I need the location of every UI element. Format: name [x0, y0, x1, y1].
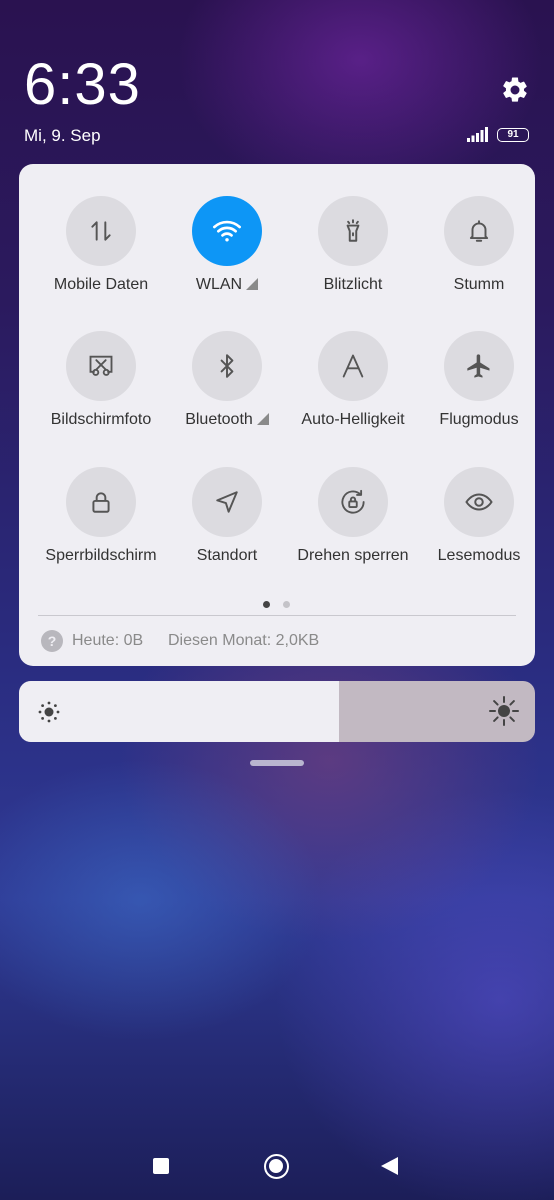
tile-label: Bluetooth: [185, 411, 253, 428]
wifi-icon[interactable]: [192, 196, 262, 266]
auto-brightness-icon[interactable]: [318, 331, 388, 401]
signal-icon: [467, 127, 488, 142]
brightness-high-icon: [489, 696, 519, 726]
airplane-icon[interactable]: [444, 331, 514, 401]
mobile-data-icon[interactable]: [66, 196, 136, 266]
brightness-slider[interactable]: [19, 681, 535, 742]
home-button[interactable]: [264, 1154, 289, 1179]
gear-icon[interactable]: [500, 75, 530, 105]
page-dot-active: [263, 601, 270, 608]
tile-label: Bildschirmfoto: [50, 411, 152, 428]
tile-label: WLAN: [195, 276, 243, 293]
tile-mobile-data[interactable]: Mobile Daten: [38, 196, 164, 316]
tile-label: Drehen sperren: [297, 547, 409, 564]
tile-label: Mobile Daten: [53, 276, 149, 293]
recent-apps-button[interactable]: [153, 1158, 169, 1174]
tile-label: Lesemodus: [437, 547, 521, 564]
tile-rotation-lock[interactable]: Drehen sperren: [290, 467, 416, 587]
eye-icon[interactable]: [444, 467, 514, 537]
bluetooth-icon[interactable]: [192, 331, 262, 401]
help-icon: ?: [41, 630, 63, 652]
flashlight-icon[interactable]: [318, 196, 388, 266]
tile-flashlight[interactable]: Blitzlicht: [290, 196, 416, 316]
tile-airplane[interactable]: Flugmodus: [416, 331, 542, 451]
tile-label: Stumm: [453, 276, 505, 293]
location-icon[interactable]: [192, 467, 262, 537]
tile-bell[interactable]: Stumm: [416, 196, 542, 316]
tile-label: Standort: [196, 547, 258, 564]
page-dot: [283, 601, 290, 608]
usage-month: Diesen Monat: 2,0KB: [168, 632, 320, 649]
expand-arrow-icon[interactable]: [256, 413, 269, 425]
usage-today: Heute: 0B: [72, 632, 144, 649]
tile-location[interactable]: Standort: [164, 467, 290, 587]
screenshot-icon[interactable]: [66, 331, 136, 401]
brightness-fill: [19, 681, 339, 742]
navigation-bar: [0, 1140, 554, 1200]
divider: [38, 615, 516, 616]
tile-bluetooth[interactable]: Bluetooth: [164, 331, 290, 451]
tile-auto-brightness[interactable]: Auto-Helligkeit: [290, 331, 416, 451]
brightness-low-icon: [38, 701, 60, 723]
tile-wifi[interactable]: WLAN: [164, 196, 290, 316]
tile-label: Auto-Helligkeit: [301, 411, 405, 428]
rotation-lock-icon[interactable]: [318, 467, 388, 537]
tile-eye[interactable]: Lesemodus: [416, 467, 542, 587]
lock-icon[interactable]: [66, 467, 136, 537]
tile-screenshot[interactable]: Bildschirmfoto: [38, 331, 164, 451]
quick-settings-panel: Mobile Daten WLAN Blitzlicht Stumm Bildschir…: [19, 164, 535, 666]
date: Mi, 9. Sep: [24, 126, 101, 145]
tile-lock[interactable]: Sperrbildschirm: [38, 467, 164, 587]
tile-label: Flugmodus: [439, 411, 519, 428]
battery-indicator: 91: [497, 128, 529, 142]
tile-label: Sperrbildschirm: [45, 547, 157, 564]
status-bar: 6:33 Mi, 9. Sep 91: [0, 0, 554, 160]
back-button[interactable]: [381, 1157, 398, 1175]
clock: 6:33: [24, 52, 141, 117]
expand-arrow-icon[interactable]: [246, 278, 259, 290]
panel-handle[interactable]: [250, 760, 304, 766]
tile-label: Blitzlicht: [323, 276, 383, 293]
bell-icon[interactable]: [444, 196, 514, 266]
